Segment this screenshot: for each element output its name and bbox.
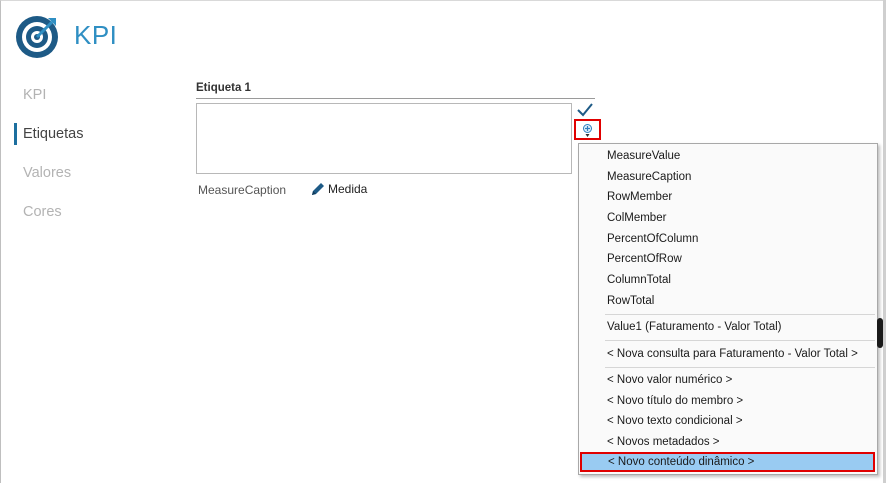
measure-caption-text: MeasureCaption bbox=[198, 183, 287, 197]
menu-item-novo-valor-numerico[interactable]: < Novo valor numérico > bbox=[579, 370, 877, 390]
menu-item-rowmember[interactable]: RowMember bbox=[579, 187, 877, 207]
edit-measure-link[interactable]: Medida bbox=[310, 181, 367, 197]
dynamic-content-menu: MeasureValue MeasureCaption RowMember Co… bbox=[578, 143, 878, 475]
add-dynamic-content-button[interactable] bbox=[574, 119, 601, 140]
pencil-icon bbox=[312, 183, 324, 195]
menu-item-colmember[interactable]: ColMember bbox=[579, 208, 877, 228]
menu-item-measurecaption[interactable]: MeasureCaption bbox=[579, 167, 877, 187]
menu-separator bbox=[605, 314, 875, 315]
menu-item-novo-texto-condicional[interactable]: < Novo texto condicional > bbox=[579, 411, 877, 431]
menu-item-rowtotal[interactable]: RowTotal bbox=[579, 291, 877, 311]
etiqueta-text-field[interactable] bbox=[196, 103, 572, 174]
menu-item-novo-conteudo-dinamico[interactable]: < Novo conteúdo dinâmico > bbox=[580, 452, 875, 472]
menu-item-nova-consulta[interactable]: < Nova consulta para Faturamento - Valor… bbox=[579, 344, 877, 364]
menu-item-novo-titulo-membro[interactable]: < Novo título do membro > bbox=[579, 391, 877, 411]
menu-separator bbox=[605, 367, 875, 368]
edit-measure-label: Medida bbox=[328, 182, 368, 196]
target-logo-icon bbox=[16, 16, 58, 58]
sidebar-item-valores[interactable]: Valores bbox=[14, 162, 83, 184]
app-title: KPI bbox=[74, 20, 118, 50]
field-label-etiqueta: Etiqueta 1 bbox=[196, 82, 595, 99]
menu-item-measurevalue[interactable]: MeasureValue bbox=[579, 146, 877, 166]
menu-item-percentofrow[interactable]: PercentOfRow bbox=[579, 249, 877, 269]
menu-item-percentofcolumn[interactable]: PercentOfColumn bbox=[579, 229, 877, 249]
sidebar-nav: KPI Etiquetas Valores Cores bbox=[14, 84, 83, 240]
background-window-edge bbox=[877, 318, 883, 348]
sidebar-item-etiquetas[interactable]: Etiquetas bbox=[14, 123, 83, 145]
menu-separator bbox=[605, 340, 875, 341]
menu-item-novos-metadados[interactable]: < Novos metadados > bbox=[579, 432, 877, 452]
sidebar-item-cores[interactable]: Cores bbox=[14, 201, 83, 223]
menu-item-columntotal[interactable]: ColumnTotal bbox=[579, 270, 877, 290]
plus-circle-icon bbox=[583, 124, 592, 137]
check-icon[interactable] bbox=[577, 103, 593, 117]
sidebar-item-kpi[interactable]: KPI bbox=[14, 84, 83, 106]
menu-item-value1[interactable]: Value1 (Faturamento - Valor Total) bbox=[579, 317, 877, 337]
